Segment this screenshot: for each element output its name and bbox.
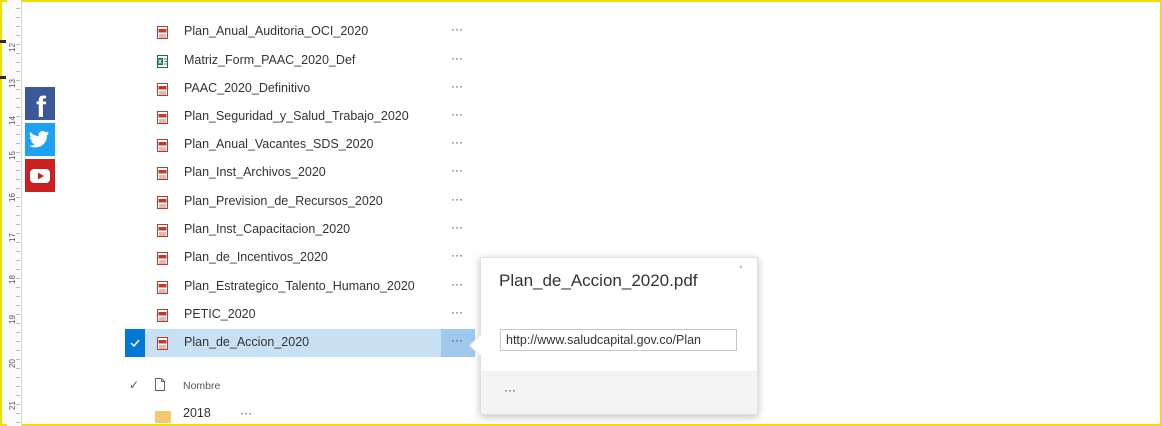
- file-name[interactable]: Plan_de_Incentivos_2020: [184, 250, 328, 264]
- file-name[interactable]: Plan_Prevision_de_Recursos_2020: [184, 194, 383, 208]
- file-row[interactable]: Plan_Estrategico_Talento_Humano_2020 ···: [125, 273, 475, 301]
- row-checkbox[interactable]: [125, 329, 145, 357]
- callout-footer: ···: [481, 371, 757, 414]
- ruler-number: 13: [8, 79, 17, 88]
- more-options-button[interactable]: ···: [447, 275, 467, 295]
- callout-more-button[interactable]: ···: [504, 383, 516, 397]
- column-header-name[interactable]: Nombre: [183, 380, 220, 392]
- more-options-button[interactable]: ···: [447, 303, 467, 323]
- pdf-icon: [157, 252, 168, 265]
- ruler-number: 20: [8, 359, 17, 368]
- file-name[interactable]: Plan_Estrategico_Talento_Humano_2020: [184, 279, 415, 293]
- file-row[interactable]: Plan_Prevision_de_Recursos_2020 ···: [125, 188, 475, 216]
- file-row[interactable]: Matriz_Form_PAAC_2020_Def ···: [125, 47, 475, 75]
- file-row[interactable]: PAAC_2020_Definitivo ···: [125, 75, 475, 103]
- file-url-field[interactable]: http://www.saludcapital.gov.co/Plan: [500, 329, 737, 351]
- excel-icon: [157, 55, 168, 68]
- ruler-marker: [0, 40, 6, 43]
- file-row[interactable]: Plan_Anual_Vacantes_SDS_2020 ···: [125, 131, 475, 159]
- more-options-button[interactable]: ···: [447, 49, 467, 69]
- file-name[interactable]: PAAC_2020_Definitivo: [184, 81, 310, 95]
- pdf-icon: [157, 111, 168, 124]
- callout-title: Plan_de_Accion_2020.pdf: [499, 271, 698, 290]
- file-name[interactable]: Plan_Anual_Auditoria_OCI_2020: [184, 24, 368, 38]
- twitter-icon[interactable]: [25, 123, 55, 156]
- youtube-icon[interactable]: [25, 159, 55, 192]
- pdf-icon: [157, 139, 168, 152]
- pdf-icon: [157, 196, 168, 209]
- more-options-button[interactable]: ···: [447, 105, 467, 125]
- ruler-number: 17: [8, 233, 17, 242]
- callout-close-button[interactable]: `: [739, 264, 743, 278]
- pdf-icon: [157, 83, 168, 96]
- ruler-number: 18: [8, 275, 17, 284]
- file-row[interactable]: Plan_Anual_Auditoria_OCI_2020 ···: [125, 18, 475, 46]
- more-options-button[interactable]: ···: [447, 133, 467, 153]
- more-options-button[interactable]: ···: [447, 161, 467, 181]
- file-row[interactable]: Plan_de_Incentivos_2020 ···: [125, 244, 475, 272]
- folder-name[interactable]: 2018: [183, 406, 211, 420]
- ruler-number: 21: [8, 401, 17, 410]
- folder-icon: [155, 411, 171, 423]
- pdf-icon: [157, 26, 168, 39]
- ruler-number: 14: [8, 116, 17, 125]
- ruler-number: 16: [8, 193, 17, 202]
- more-options-button[interactable]: ···: [447, 331, 467, 351]
- file-row[interactable]: Plan_Inst_Capacitacion_2020 ···: [125, 216, 475, 244]
- ruler-marker: [0, 76, 6, 79]
- pdf-icon: [157, 309, 168, 322]
- file-row[interactable]: Plan_de_Accion_2020 ···: [125, 329, 475, 357]
- file-name[interactable]: Plan_Inst_Archivos_2020: [184, 165, 326, 179]
- more-options-button[interactable]: ···: [447, 20, 467, 40]
- file-name[interactable]: Plan_Inst_Capacitacion_2020: [184, 222, 350, 236]
- pdf-icon: [157, 337, 168, 350]
- pdf-icon: [157, 281, 168, 294]
- pdf-icon: [157, 224, 168, 237]
- facebook-icon[interactable]: f: [25, 87, 55, 120]
- file-row[interactable]: Plan_Seguridad_y_Salud_Trabajo_2020 ···: [125, 103, 475, 131]
- select-all-checkbox[interactable]: ✓: [129, 378, 139, 392]
- file-row[interactable]: Plan_Inst_Archivos_2020 ···: [125, 159, 475, 187]
- file-row[interactable]: PETIC_2020 ···: [125, 301, 475, 329]
- more-options-button[interactable]: ···: [447, 77, 467, 97]
- svg-text:f: f: [36, 91, 47, 120]
- file-callout: Plan_de_Accion_2020.pdf ` http://www.sal…: [480, 257, 758, 415]
- file-name[interactable]: Plan_Anual_Vacantes_SDS_2020: [184, 137, 374, 151]
- file-name[interactable]: Plan_Seguridad_y_Salud_Trabajo_2020: [184, 109, 409, 123]
- file-type-icon: [155, 378, 165, 391]
- ruler-number: 12: [8, 43, 17, 52]
- more-options-button[interactable]: ···: [447, 190, 467, 210]
- ruler-number: 15: [8, 151, 17, 160]
- more-options-button[interactable]: ···: [447, 246, 467, 266]
- file-name[interactable]: Plan_de_Accion_2020: [184, 335, 309, 349]
- more-options-button[interactable]: ···: [240, 406, 252, 420]
- ruler-number: 19: [8, 315, 17, 324]
- file-name[interactable]: PETIC_2020: [184, 307, 256, 321]
- more-options-button[interactable]: ···: [447, 218, 467, 238]
- pdf-icon: [157, 167, 168, 180]
- file-name[interactable]: Matriz_Form_PAAC_2020_Def: [184, 53, 355, 67]
